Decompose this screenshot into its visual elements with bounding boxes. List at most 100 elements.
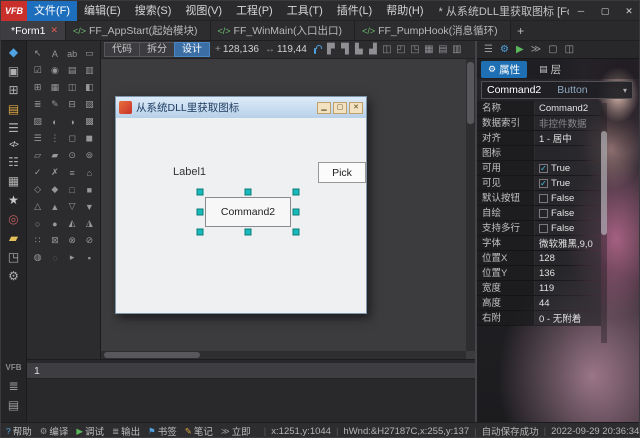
toolbox-control-icon[interactable]: □ (64, 181, 81, 198)
form-minimize-button[interactable]: ▁ (317, 101, 331, 114)
property-row[interactable]: 宽度 119 (477, 281, 601, 296)
toolbox-control-icon[interactable]: A (46, 45, 63, 62)
tree-icon[interactable]: ☷ (1, 156, 26, 168)
resize-handle[interactable] (196, 188, 204, 196)
checkbox-icon[interactable] (539, 223, 548, 233)
toolbox-control-icon[interactable]: ⊚ (81, 147, 98, 164)
property-row[interactable]: 可用 True (477, 161, 601, 176)
document-tab[interactable]: *Form1 ✕ (1, 21, 66, 40)
menu-item[interactable]: 插件(L) (330, 1, 379, 21)
toolbox-control-icon[interactable]: ◭ (64, 215, 81, 232)
status-item[interactable]: ✎ 笔记 (185, 424, 213, 438)
toolbox-control-icon[interactable]: ▼ (81, 198, 98, 215)
property-row[interactable]: 支持多行 False (477, 221, 601, 236)
lock-icon[interactable] (313, 44, 322, 54)
toolbox-control-icon[interactable]: ∷ (29, 232, 46, 249)
message-icon[interactable]: ◳ (1, 251, 26, 263)
toolbar-align-icon[interactable]: ◰ (394, 44, 408, 55)
property-row[interactable]: 字体 微软雅黑,9,0 (477, 236, 601, 251)
toolbox-control-icon[interactable]: ▸ (64, 249, 81, 266)
command2-button-control[interactable]: Command2 (205, 197, 291, 227)
toolbox-control-icon[interactable]: ◐ (46, 113, 63, 130)
property-row[interactable]: 名称 Command2 (477, 101, 601, 116)
toolbox-control-icon[interactable]: ▱ (29, 147, 46, 164)
menu-item[interactable]: 编辑(E) (77, 1, 128, 21)
document-tab[interactable]: </> FF_AppStart(起始模块) (65, 21, 211, 40)
toolbox-control-icon[interactable]: ▥ (81, 62, 98, 79)
view-mode-button[interactable]: 拆分 (139, 42, 175, 57)
toolbar-align-icon[interactable]: ▥ (450, 44, 464, 55)
gear-icon[interactable]: ⚙ (500, 44, 509, 55)
resize-handle[interactable] (292, 208, 300, 216)
folder-icon[interactable]: ▰ (1, 232, 26, 244)
property-row[interactable]: 图标 (477, 146, 601, 161)
new-tab-button[interactable]: + (511, 21, 531, 40)
toolbox-control-icon[interactable]: ab (64, 45, 81, 62)
toolbar-align-icon[interactable]: ◫ (380, 44, 394, 55)
menu-item[interactable]: 帮助(H) (379, 1, 430, 21)
toolbox-control-icon[interactable]: ⋮ (46, 130, 63, 147)
control-selector-dropdown[interactable]: Command2 Button ▾ (481, 81, 633, 99)
toolbar-align-icon[interactable]: ▤ (436, 44, 450, 55)
toolbar-align-icon[interactable]: ▦ (422, 44, 436, 55)
property-row[interactable]: 数据索引 非控件数据 (477, 116, 601, 131)
toolbox-control-icon[interactable]: ◑ (64, 113, 81, 130)
property-row[interactable]: 位置X 128 (477, 251, 601, 266)
menu-icon[interactable]: ☰ (484, 44, 493, 55)
menu-item[interactable]: 搜索(S) (128, 1, 179, 21)
toolbar-align-icon[interactable]: ▙ (352, 44, 366, 55)
toolbox-control-icon[interactable]: ▩ (81, 113, 98, 130)
code-icon[interactable]: </> (1, 141, 26, 149)
scrollbar-thumb[interactable] (467, 62, 474, 124)
property-row[interactable]: 对齐 1 - 居中 (477, 131, 601, 146)
status-item[interactable]: ⚑ 书签 (148, 424, 177, 438)
maximize-button[interactable]: ▢ (593, 1, 617, 21)
toolbox-control-icon[interactable]: ⊗ (64, 232, 81, 249)
toolbox-control-icon[interactable]: ● (46, 215, 63, 232)
target-icon[interactable]: ◎ (1, 213, 26, 225)
status-item[interactable]: ⚙ 编译 (40, 424, 69, 438)
toolbar-align-icon[interactable]: ◳ (408, 44, 422, 55)
menu-item[interactable]: 视图(V) (178, 1, 229, 21)
toolbox-control-icon[interactable]: ▭ (81, 45, 98, 62)
menu-item[interactable]: 工程(P) (229, 1, 280, 21)
toolbox-control-icon[interactable]: ▰ (46, 147, 63, 164)
toolbox-control-icon[interactable]: ⊟ (64, 96, 81, 113)
form-close-button[interactable]: ✕ (349, 101, 363, 114)
project-icon[interactable]: ◆ (1, 46, 26, 58)
canvas-vertical-scrollbar[interactable] (466, 59, 475, 351)
property-row[interactable]: 右附 0 - 无附着 (477, 311, 601, 326)
toolbox-control-icon[interactable]: ■ (81, 181, 98, 198)
grid-icon[interactable]: ▦ (1, 175, 26, 187)
property-row[interactable]: 默认按钮 False (477, 191, 601, 206)
data-icon[interactable]: ☰ (1, 122, 26, 134)
property-row[interactable]: 可见 True (477, 176, 601, 191)
tab-close-icon[interactable]: ✕ (50, 25, 58, 36)
checkbox-icon[interactable] (539, 163, 548, 174)
resize-handle[interactable] (196, 228, 204, 236)
toolbox-control-icon[interactable]: ≡ (64, 164, 81, 181)
step-icon[interactable]: ≫ (531, 44, 541, 55)
property-row[interactable]: 位置Y 136 (477, 266, 601, 281)
checkbox-icon[interactable] (539, 208, 548, 218)
label1-control[interactable]: Label1 (173, 166, 206, 178)
forms-icon[interactable]: ⊞ (1, 84, 26, 96)
close-button[interactable]: ✕ (617, 1, 639, 21)
toolbox-control-icon[interactable]: ◍ (29, 249, 46, 266)
toolbox-control-icon[interactable]: ▲ (46, 198, 63, 215)
minimize-button[interactable]: ─ (569, 1, 593, 21)
status-item[interactable]: ≫ 立即 (221, 424, 251, 438)
resize-handle[interactable] (292, 188, 300, 196)
toolbox-control-icon[interactable]: ◮ (81, 215, 98, 232)
toolbox-control-icon[interactable]: ✗ (46, 164, 63, 181)
toolbox-control-icon[interactable]: ⌂ (81, 164, 98, 181)
scrollbar-thumb[interactable] (104, 352, 200, 358)
settings-icon[interactable]: ⚙ (1, 270, 26, 282)
document-tab[interactable]: </> FF_PumpHook(消息循环) (355, 21, 511, 40)
toolbox-control-icon[interactable]: ✓ (29, 164, 46, 181)
toolbox-control-icon[interactable]: ▤ (64, 62, 81, 79)
resize-handle[interactable] (196, 208, 204, 216)
panel-tab[interactable]: ⚙ 属性 (481, 60, 528, 78)
panel-tab[interactable]: ▤ 层 (532, 61, 568, 78)
properties-scrollbar[interactable] (601, 103, 607, 343)
